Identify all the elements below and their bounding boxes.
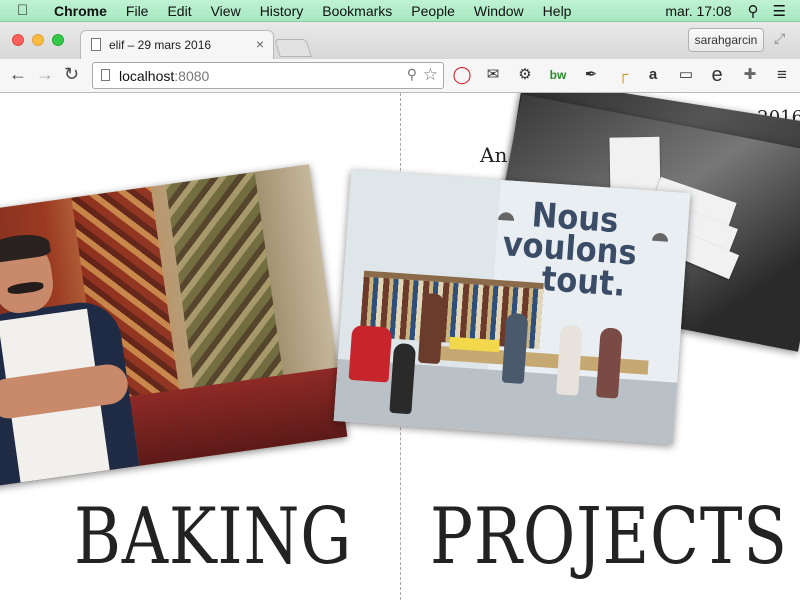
menu-edit[interactable]: Edit	[167, 3, 191, 19]
url-host: localhost	[119, 68, 175, 84]
page-info-icon[interactable]	[101, 69, 110, 81]
page-icon	[91, 38, 101, 51]
address-bar[interactable]: localhost:8080 ⚲ ☆	[92, 62, 444, 89]
post-intro-text: An	[480, 143, 508, 167]
web-page: elif – 29 mars 2016 An Nous voulons tout…	[0, 93, 800, 600]
projects-headline[interactable]: PROJECTS	[430, 498, 788, 576]
back-arrow-icon[interactable]: ←	[9, 64, 27, 85]
menu-bookmarks[interactable]: Bookmarks	[322, 3, 392, 19]
profile-button[interactable]: sarahgarcin	[688, 28, 764, 52]
clock[interactable]: mar. 17:08	[665, 3, 731, 19]
fullscreen-icon[interactable]: ⤢	[774, 30, 785, 47]
menu-file[interactable]: File	[126, 3, 149, 19]
workshop-photo[interactable]: Nous voulons tout.	[333, 169, 691, 445]
gear-icon[interactable]: ⚙	[515, 65, 535, 85]
bw-icon[interactable]: bw	[548, 65, 568, 85]
ruler-icon[interactable]: ┌	[613, 65, 633, 85]
tab-strip: elif – 29 mars 2016 × sarahgarcin ⤢	[0, 22, 800, 59]
window-zoom-button[interactable]	[52, 34, 64, 46]
menu-people[interactable]: People	[411, 3, 455, 19]
menu-help[interactable]: Help	[543, 3, 572, 19]
spotlight-search-icon[interactable]: ⚲	[748, 2, 759, 20]
notification-list-icon[interactable]: ☰	[773, 2, 786, 20]
menu-bar-right: mar. 17:08 ⚲ ☰	[665, 0, 800, 22]
tab-close-icon[interactable]: ×	[256, 36, 264, 52]
amazon-icon[interactable]: a	[643, 65, 663, 85]
zoom-icon[interactable]: ⚲	[407, 66, 417, 83]
opera-icon[interactable]: ◯	[452, 65, 472, 85]
baker-photo[interactable]	[0, 164, 348, 487]
window-close-button[interactable]	[12, 34, 24, 46]
menu-bar:  Chrome File Edit View History Bookmark…	[0, 0, 800, 22]
new-tab-button[interactable]	[274, 39, 312, 57]
e-icon[interactable]: e	[707, 65, 727, 85]
menu-window[interactable]: Window	[474, 3, 524, 19]
url-port: :8080	[174, 68, 210, 84]
url-text: localhost:8080	[119, 68, 209, 84]
evernote-icon[interactable]: ✉	[483, 65, 503, 85]
cast-icon[interactable]: ▭	[676, 65, 696, 85]
menu-history[interactable]: History	[260, 3, 304, 19]
chrome-menu-icon[interactable]: ≡	[772, 65, 792, 85]
menu-view[interactable]: View	[211, 3, 241, 19]
forward-arrow-icon[interactable]: →	[36, 64, 54, 85]
window-minimize-button[interactable]	[32, 34, 44, 46]
puzzle-icon[interactable]: ✚	[740, 65, 760, 85]
browser-toolbar: ← → ↻ localhost:8080 ⚲ ☆ ◯ ✉ ⚙ bw ✒ ┌ a …	[0, 59, 800, 93]
tab-title: elif – 29 mars 2016	[109, 38, 212, 52]
bookmark-star-icon[interactable]: ☆	[423, 65, 438, 85]
apple-icon[interactable]: 	[17, 2, 37, 19]
eyedropper-icon[interactable]: ✒	[581, 65, 601, 85]
reload-icon[interactable]: ↻	[64, 64, 79, 85]
menu-app[interactable]: Chrome	[54, 3, 107, 19]
active-tab[interactable]: elif – 29 mars 2016 ×	[80, 30, 274, 59]
baking-headline[interactable]: BAKING	[74, 498, 352, 576]
